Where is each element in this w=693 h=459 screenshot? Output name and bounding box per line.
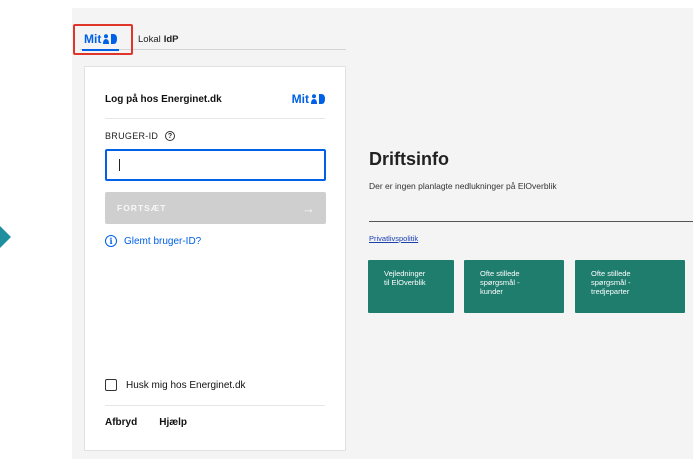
tile-faq-customers[interactable]: Ofte stillede spørgsmål - kunder [464,260,564,313]
card-mitid-logo: Mit [292,92,325,106]
remember-label: Husk mig hos Energinet.dk [126,379,246,391]
login-card: Log på hos Energinet.dk Mit BRUGER-ID ? … [84,66,346,451]
driftsinfo-title: Driftsinfo [369,149,449,169]
card-header: Log på hos Energinet.dk Mit [105,90,325,108]
forgot-userid-label: Glemt bruger-ID? [124,235,202,247]
tile-line: kunder [480,287,503,296]
tab-lokal-idp[interactable]: Lokal IdP [138,28,179,50]
userid-label-text: BRUGER-ID [105,131,159,141]
continue-button[interactable]: FORTSÆT → [105,192,326,224]
tile-line: Ofte stillede [591,269,631,278]
tab-lokal-label: Lokal [138,33,161,45]
card-footer: Afbryd Hjælp [105,417,187,428]
mitid-person-icon [311,94,325,104]
privacy-policy-link[interactable]: Privatlivspolitik [369,234,418,243]
arrow-right-icon: → [302,200,316,216]
mitid-tab-highlight [73,24,133,55]
card-divider [105,118,325,119]
tile-line: spørgsmål - [480,278,520,287]
tile-guides[interactable]: Vejledninger til ElOverblik [368,260,454,313]
card-mitid-logo-text: Mit [291,92,309,106]
card-title: Log på hos Energinet.dk [105,93,222,105]
tile-line: Ofte stillede [480,269,520,278]
tile-line: til ElOverblik [384,278,426,287]
help-link[interactable]: Hjælp [159,417,187,428]
info-icon: i [105,235,117,247]
text-cursor [119,159,120,171]
driftsinfo-message: Der er ingen planlagte nedlukninger på E… [369,181,557,191]
tile-line: spørgsmål - [591,278,631,287]
help-icon[interactable]: ? [165,131,176,141]
tile-faq-third-parties[interactable]: Ofte stillede spørgsmål - tredjeparter [575,260,685,313]
pointer-arrow-icon [0,226,11,248]
userid-input[interactable] [105,149,326,181]
tile-line: Vejledninger [384,269,426,278]
cancel-link[interactable]: Afbryd [105,417,137,428]
forgot-userid-link[interactable]: i Glemt bruger-ID? [105,235,201,247]
userid-label: BRUGER-ID ? [105,131,176,141]
card-footer-divider [105,405,325,406]
continue-label: FORTSÆT [117,203,167,213]
tile-line: tredjeparter [591,287,630,296]
section-divider [369,221,693,222]
remember-checkbox[interactable] [105,379,117,391]
tab-lokal-idp-label: IdP [163,33,179,45]
remember-me[interactable]: Husk mig hos Energinet.dk [105,379,246,391]
